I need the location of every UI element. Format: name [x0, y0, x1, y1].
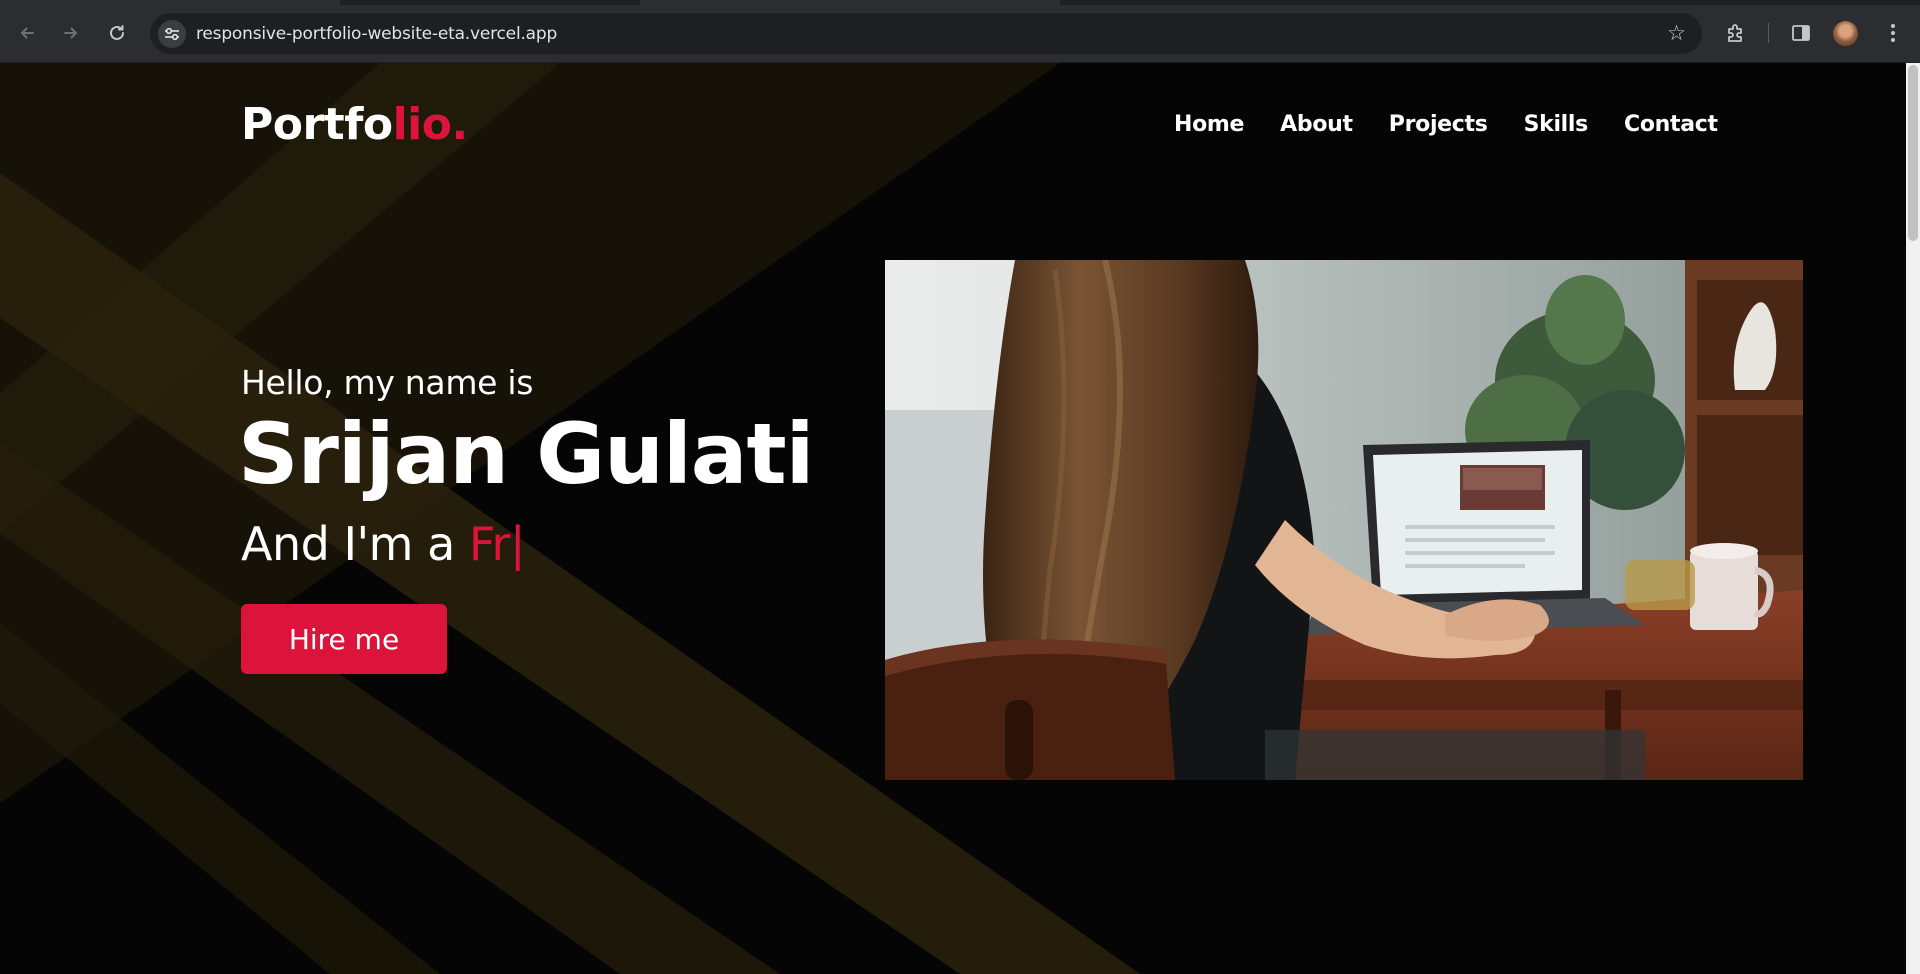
- extensions-button[interactable]: [1720, 17, 1752, 49]
- address-bar[interactable]: responsive-portfolio-website-eta.vercel.…: [150, 13, 1702, 54]
- kebab-menu-icon: [1891, 24, 1895, 42]
- nav-link-about[interactable]: About: [1280, 112, 1353, 137]
- back-button[interactable]: [11, 17, 43, 49]
- page-scrollbar[interactable]: [1906, 63, 1920, 974]
- forward-button[interactable]: [55, 17, 87, 49]
- woman-at-laptop-illustration: [885, 260, 1803, 780]
- reload-icon: [110, 25, 124, 40]
- bookmark-star-icon[interactable]: ☆: [1667, 21, 1686, 45]
- logo-accent-text: lio.: [392, 99, 469, 150]
- arrow-right-icon: [64, 27, 77, 39]
- nav-link-projects[interactable]: Projects: [1389, 112, 1488, 137]
- role-prefix: And I'm a: [241, 517, 469, 571]
- side-panel-icon: [1792, 25, 1810, 41]
- arrow-left-icon: [21, 27, 34, 39]
- browser-menu-button[interactable]: [1877, 17, 1909, 49]
- nav-link-home[interactable]: Home: [1174, 112, 1244, 137]
- typing-cursor: |: [509, 517, 526, 571]
- url-text[interactable]: responsive-portfolio-website-eta.vercel.…: [196, 24, 557, 44]
- profile-avatar[interactable]: [1833, 21, 1858, 46]
- tab-strip: [0, 0, 1920, 5]
- hero-photo: [885, 260, 1803, 780]
- site-settings-icon: [165, 27, 179, 41]
- toolbar-divider: [1768, 23, 1769, 43]
- role-typed-text: Fr: [468, 517, 511, 571]
- nav-link-skills[interactable]: Skills: [1524, 112, 1589, 137]
- hero-role-line: And I'm a Fr|: [241, 517, 525, 571]
- reload-button[interactable]: [101, 17, 133, 49]
- puzzle-icon: [1728, 24, 1742, 42]
- browser-tab-active[interactable]: [0, 0, 340, 5]
- portfolio-page: Portfolio. Home About Projects Skills Co…: [0, 63, 1920, 974]
- browser-toolbar: responsive-portfolio-website-eta.vercel.…: [0, 0, 1920, 63]
- hero-name: Srijan Gulati: [238, 405, 814, 503]
- scrollbar-thumb[interactable]: [1908, 65, 1918, 241]
- hire-me-button[interactable]: Hire me: [241, 604, 447, 674]
- logo-text: Portfo: [241, 99, 393, 150]
- site-logo[interactable]: Portfolio.: [241, 99, 468, 150]
- main-navigation: Home About Projects Skills Contact: [1174, 112, 1718, 137]
- side-panel-button[interactable]: [1785, 17, 1817, 49]
- nav-link-contact[interactable]: Contact: [1624, 112, 1718, 137]
- hero-greeting: Hello, my name is: [241, 363, 534, 402]
- browser-tab[interactable]: [640, 0, 1060, 5]
- site-info-button[interactable]: [158, 20, 186, 48]
- hero-text-block: Hello, my name is Srijan Gulati And I'm …: [238, 363, 814, 571]
